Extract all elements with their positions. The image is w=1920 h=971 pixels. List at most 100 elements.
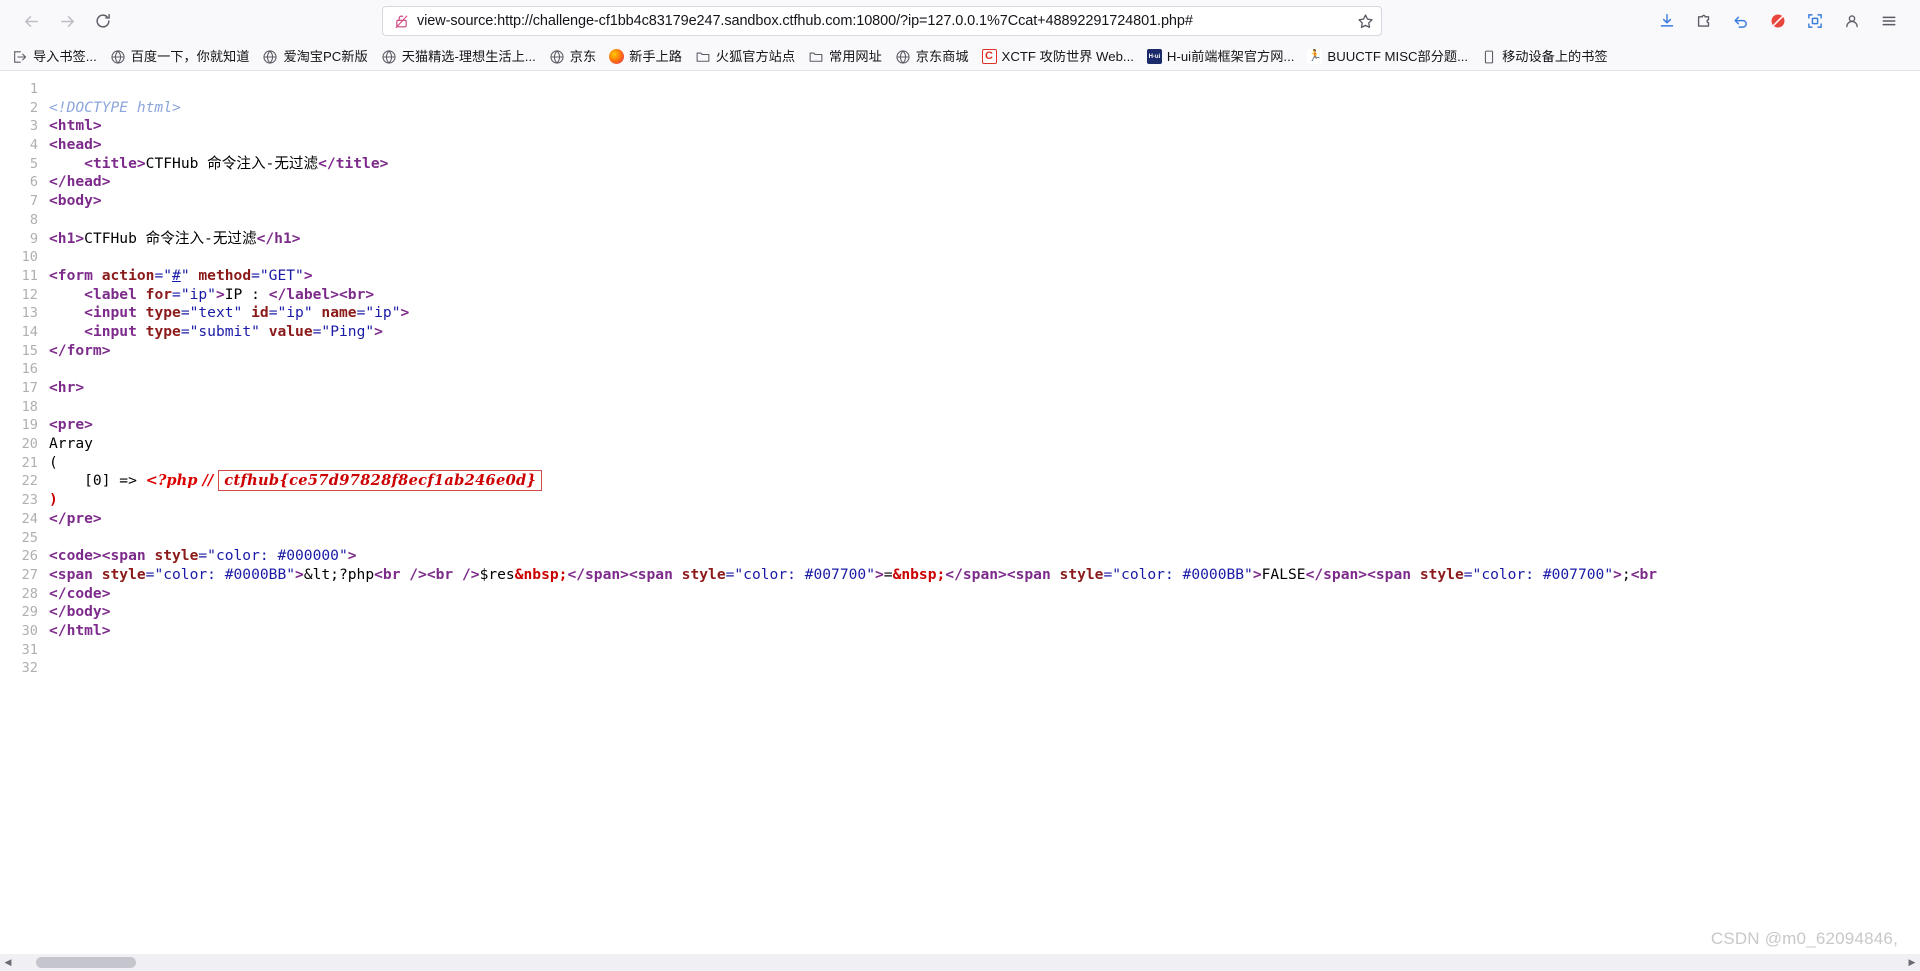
line-number: 8 xyxy=(29,211,38,228)
code-token: style xyxy=(101,565,146,583)
reload-icon xyxy=(96,13,110,28)
code-token: style xyxy=(681,565,726,583)
code-token: for xyxy=(145,285,173,303)
code-token: <input xyxy=(84,322,146,340)
code-token: </head> xyxy=(49,173,111,191)
bookmark-label: 导入书签... xyxy=(33,48,97,64)
code-token: ="ip" xyxy=(356,304,401,322)
lock-broken-icon[interactable] xyxy=(393,13,410,30)
downloads-button[interactable] xyxy=(1650,5,1684,37)
line-number: 24 xyxy=(21,510,38,527)
bookmark-item[interactable]: 移动设备上的书签 xyxy=(1475,46,1614,68)
browser-chrome: view-source:http://challenge-cf1bb4c8317… xyxy=(0,0,1920,71)
code-token: = xyxy=(883,565,893,583)
code-token: &nbsp; xyxy=(514,565,568,583)
bookmark-item[interactable]: 京东商城 xyxy=(889,46,975,68)
code-token: > xyxy=(400,304,410,322)
code-token: ="ip" xyxy=(172,285,216,303)
screenshot-button[interactable] xyxy=(1798,5,1832,37)
code-token: ="submit" xyxy=(180,322,269,340)
code-token: <form xyxy=(49,266,102,284)
code-token: <label xyxy=(84,285,146,303)
code-token: <body> xyxy=(49,192,102,210)
code-token: =" xyxy=(154,266,173,284)
reload-button[interactable] xyxy=(86,5,120,37)
blocked-button[interactable] xyxy=(1761,5,1795,37)
bookmark-item[interactable]: 🏃 BUUCTF MISC部分题... xyxy=(1301,46,1474,67)
code-line: 28 </code> xyxy=(0,585,1920,604)
line-number: 16 xyxy=(21,361,38,378)
scrollbar-track[interactable] xyxy=(16,954,1904,971)
scrollbar-thumb[interactable] xyxy=(36,957,136,968)
forward-button[interactable] xyxy=(50,5,84,37)
bookmark-item[interactable]: 常用网址 xyxy=(802,46,888,68)
code-line: 24 </pre> xyxy=(0,510,1920,529)
scroll-right-arrow[interactable]: ▶ xyxy=(1904,954,1920,971)
code-token: </span> xyxy=(1305,565,1368,583)
extensions-button[interactable] xyxy=(1687,5,1721,37)
code-token: <span xyxy=(1367,565,1420,583)
navigation-toolbar: view-source:http://challenge-cf1bb4c8317… xyxy=(0,0,1920,42)
code-line: 18 xyxy=(0,398,1920,417)
url-text[interactable]: view-source:http://challenge-cf1bb4c8317… xyxy=(417,13,1349,29)
bookmark-label: H-ui前端框架官方网... xyxy=(1166,48,1295,64)
bookmark-item[interactable]: 火狐官方站点 xyxy=(689,46,801,68)
bookmark-label: 火狐官方站点 xyxy=(715,48,796,64)
bookmark-item[interactable]: C XCTF 攻防世界 Web... xyxy=(976,46,1140,67)
code-token: <pre> xyxy=(49,416,93,434)
code-token[interactable]: # xyxy=(172,267,181,284)
bookmark-item[interactable]: 京东 xyxy=(543,46,602,68)
code-line: 16 xyxy=(0,360,1920,379)
code-line: 10 xyxy=(0,248,1920,267)
account-button[interactable] xyxy=(1835,5,1869,37)
code-token: <h1> xyxy=(49,229,85,247)
line-number: 27 xyxy=(21,566,38,583)
code-token: &nbsp; xyxy=(892,565,946,583)
code-token: <?php // xyxy=(145,472,219,490)
line-number: 26 xyxy=(21,548,38,565)
code-token: ="color: #0000BB" xyxy=(1103,565,1253,583)
bookmark-label: 百度一下，你就知道 xyxy=(130,48,250,64)
code-token: ="color: #000000" xyxy=(198,547,348,565)
bookmark-item[interactable]: H-ui H-ui前端框架官方网... xyxy=(1141,46,1300,67)
bookmark-item[interactable]: 百度一下，你就知道 xyxy=(104,46,256,68)
code-line: 22 [0] => <?php // ctfhub{ce57d97828f8ec… xyxy=(0,470,1920,492)
scroll-left-arrow[interactable]: ◀ xyxy=(0,954,16,971)
back-button[interactable] xyxy=(14,5,48,37)
toolbar-right-actions xyxy=(1644,5,1906,37)
code-token: </code> xyxy=(49,584,111,602)
line-number: 21 xyxy=(21,454,38,471)
code-token: style xyxy=(1059,565,1104,583)
code-line: 19 <pre> xyxy=(0,416,1920,435)
code-token: <br /> xyxy=(374,565,427,583)
code-token: value xyxy=(268,322,313,340)
bookmark-label: 常用网址 xyxy=(829,48,882,64)
code-line: 8 xyxy=(0,211,1920,230)
address-bar[interactable]: view-source:http://challenge-cf1bb4c8317… xyxy=(382,6,1382,36)
bookmark-item[interactable]: 爱淘宝PC新版 xyxy=(256,46,373,68)
folder-icon xyxy=(809,52,823,62)
arrow-left-icon xyxy=(24,15,38,27)
history-back-button[interactable] xyxy=(1724,5,1758,37)
bookmark-label: 天猫精选-理想生活上... xyxy=(401,48,536,64)
bookmark-item[interactable]: 天猫精选-理想生活上... xyxy=(375,46,542,68)
horizontal-scrollbar[interactable]: ◀ ▶ xyxy=(0,954,1920,971)
line-number: 15 xyxy=(21,342,38,359)
code-token: > xyxy=(1252,565,1262,583)
globe-icon xyxy=(263,49,278,64)
code-token: ="text" xyxy=(180,304,252,322)
bookmark-star-icon[interactable] xyxy=(1356,12,1375,31)
line-number: 22 xyxy=(21,473,38,490)
code-token: CTFHub 命令注入-无过滤 xyxy=(84,229,257,247)
app-menu-button[interactable] xyxy=(1872,5,1906,37)
bookmark-item[interactable]: 导入书签... xyxy=(6,46,103,68)
code-token: </html> xyxy=(49,621,111,639)
code-token: name xyxy=(321,304,357,322)
bookmark-label: 京东 xyxy=(569,48,597,64)
import-icon xyxy=(14,50,27,63)
code-token: action xyxy=(101,266,155,284)
bookmark-item[interactable]: 新手上路 xyxy=(603,46,688,67)
source-code-listing[interactable]: 1 2 <!DOCTYPE html> 3 <html> 4 <head> 5 <title>… xyxy=(0,80,1920,678)
code-line: 12 <label for="ip">IP : </label><br> xyxy=(0,286,1920,305)
